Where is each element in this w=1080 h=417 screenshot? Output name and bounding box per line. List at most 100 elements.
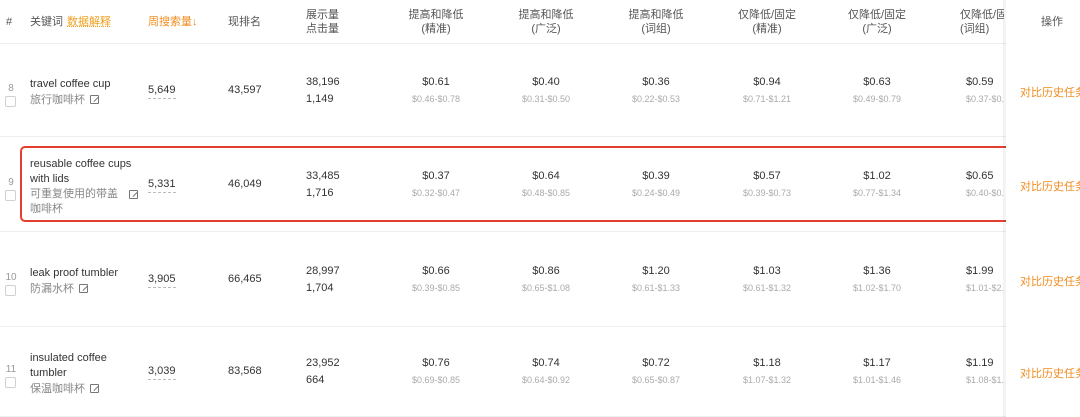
clicks-value: 664 — [306, 374, 325, 386]
compare-history-link[interactable]: 对比历史任务 — [1020, 273, 1080, 289]
row-checkbox[interactable] — [5, 95, 16, 107]
suggested-bid: $1.17 — [863, 357, 891, 369]
suggested-bid: $1.36 — [863, 264, 891, 277]
header-impressions-clicks: 展示量 点击量 — [306, 8, 339, 36]
bid-cell: $1.36 $1.02-$1.70 — [827, 265, 927, 293]
header-bid-line2: (精准) — [752, 23, 782, 35]
compare-history-link[interactable]: 对比历史任务 — [1020, 365, 1080, 381]
header-bid-line1: 仅降低/固定 — [960, 9, 1004, 21]
header-operation: 操作 — [1041, 16, 1063, 28]
keyword-cn-text: 防漏水杯 — [30, 282, 74, 295]
suggested-bid: $0.86 — [532, 264, 560, 277]
suggested-bid: $1.18 — [753, 357, 781, 369]
bid-cell: $0.63 $0.49-$0.79 — [827, 76, 927, 104]
edit-icon[interactable] — [90, 94, 99, 104]
suggested-bid: $1.19 — [966, 357, 994, 369]
header-bid-col: 提高和降低 (精准) — [386, 8, 486, 36]
keyword-cn-text: 保温咖啡杯 — [30, 383, 85, 395]
keyword-cn: 保温咖啡杯 — [30, 382, 99, 397]
bid-cell: $0.40 $0.31-$0.50 — [496, 76, 596, 104]
header-index: # — [6, 16, 13, 28]
suggested-bid: $0.66 — [422, 264, 450, 277]
edit-icon[interactable] — [79, 283, 88, 293]
keyword-table: # 关键词 数据解释 周搜索量↓ 现排名 展示量 点击量 提高和降低 (精准) 提高和… — [0, 0, 1080, 417]
bid-cell: $0.74 $0.64-$0.92 — [496, 357, 596, 385]
bid-cell: $0.72 $0.65-$0.87 — [606, 357, 706, 385]
impressions-clicks: 23,952 664 — [306, 355, 340, 389]
bid-cell: $0.66 $0.39-$0.85 — [386, 265, 486, 293]
impressions-clicks: 28,997 1,704 — [306, 263, 340, 297]
header-current-rank: 现排名 — [228, 16, 261, 28]
header-weekly-volume-label: 周搜索量 — [148, 16, 192, 28]
suggested-bid: $0.59 — [966, 75, 994, 88]
bid-cell: $0.59 $0.37-$0.8 — [936, 76, 1004, 104]
suggested-bid: $1.99 — [966, 264, 994, 277]
impressions-clicks: 38,196 1,149 — [306, 74, 340, 108]
impressions-value: 23,952 — [306, 357, 340, 369]
bid-range: $0.49-$0.79 — [852, 93, 902, 104]
header-bid-col: 提高和降低 (广泛) — [496, 8, 596, 36]
header-bid-line1: 提高和降低 — [628, 9, 684, 21]
impressions-value: 38,196 — [306, 75, 340, 88]
operation-column: 操作 — [1006, 0, 1080, 417]
row-checkbox[interactable] — [5, 377, 16, 388]
bid-cell: $0.94 $0.71-$1.21 — [717, 76, 817, 104]
data-explanation-link[interactable]: 数据解释 — [67, 16, 111, 28]
row-checkbox[interactable] — [5, 284, 16, 296]
suggested-bid: $1.20 — [642, 264, 670, 277]
bid-range: $0.69-$0.85 — [411, 375, 461, 385]
keyword-en: insulated coffee tumbler — [30, 352, 107, 379]
impressions-value: 28,997 — [306, 264, 340, 277]
suggested-bid: $0.74 — [532, 357, 560, 369]
bid-cell: $0.86 $0.65-$1.08 — [496, 265, 596, 293]
suggested-bid: $0.40 — [532, 75, 560, 88]
header-bid-line1: 仅降低/固定 — [737, 9, 797, 21]
bid-range: $0.65-$0.87 — [631, 375, 681, 385]
suggested-bid: $1.03 — [753, 264, 781, 277]
weekly-volume: 3,039 — [148, 365, 176, 380]
header-bid-col: 仅降低/固定 (广泛) — [827, 8, 927, 36]
bid-range: $0.31-$0.50 — [521, 93, 571, 104]
row-index: 8 — [8, 82, 14, 94]
bid-range: $1.08-$1.3 — [966, 375, 1004, 385]
suggested-bid: $0.36 — [642, 75, 670, 88]
row-checkbox[interactable] — [5, 189, 16, 201]
current-rank: 83,568 — [228, 365, 262, 377]
bid-range: $0.64-$0.92 — [521, 375, 571, 385]
header-impressions: 展示量 — [306, 9, 339, 21]
bid-cell: $1.19 $1.08-$1.3 — [936, 357, 1004, 385]
bid-range: $1.02-$1.70 — [852, 282, 902, 293]
bid-cell: $0.61 $0.46-$0.78 — [386, 76, 486, 104]
header-bid-line2: (广泛) — [862, 23, 892, 35]
edit-icon[interactable] — [90, 384, 99, 393]
compare-history-link[interactable]: 对比历史任务 — [1020, 178, 1080, 194]
keyword-cn: 防漏水杯 — [30, 282, 88, 297]
row-index: 11 — [5, 364, 17, 375]
suggested-bid: $0.76 — [422, 357, 450, 369]
bid-cell: $1.03 $0.61-$1.32 — [717, 265, 817, 293]
header-bid-line2: (广泛) — [531, 23, 561, 35]
bid-range: $0.61-$1.33 — [631, 282, 681, 293]
compare-history-link[interactable]: 对比历史任务 — [1020, 84, 1080, 100]
header-bid-line2: (词组) — [641, 23, 671, 35]
keyword-cn-text: 旅行咖啡杯 — [30, 93, 85, 106]
bid-cell: $1.17 $1.01-$1.46 — [827, 357, 927, 385]
weekly-volume: 3,905 — [148, 273, 176, 288]
header-bid-line1: 提高和降低 — [408, 9, 464, 21]
bid-range: $0.37-$0.8 — [966, 93, 1004, 104]
header-clicks: 点击量 — [306, 23, 339, 35]
header-bid-line1: 仅降低/固定 — [847, 9, 907, 21]
bid-range: $0.39-$0.85 — [411, 282, 461, 293]
bid-range: $0.71-$1.21 — [742, 93, 792, 104]
bid-range: $0.61-$1.32 — [742, 282, 792, 293]
suggested-bid: $0.94 — [753, 75, 781, 88]
weekly-volume: 5,649 — [148, 84, 176, 99]
header-keyword: 关键词 数据解释 — [30, 15, 111, 29]
keyword-cn: 旅行咖啡杯 — [30, 93, 99, 108]
bid-cell: $0.76 $0.69-$0.85 — [386, 357, 486, 385]
bid-range: $1.07-$1.32 — [742, 375, 792, 385]
current-rank: 66,465 — [228, 272, 262, 285]
header-weekly-volume-sort[interactable]: 周搜索量↓ — [148, 15, 198, 29]
bid-range: $1.01-$2.5 — [966, 282, 1004, 293]
header-bid-col: 仅降低/固定 (词组) — [936, 8, 1004, 36]
